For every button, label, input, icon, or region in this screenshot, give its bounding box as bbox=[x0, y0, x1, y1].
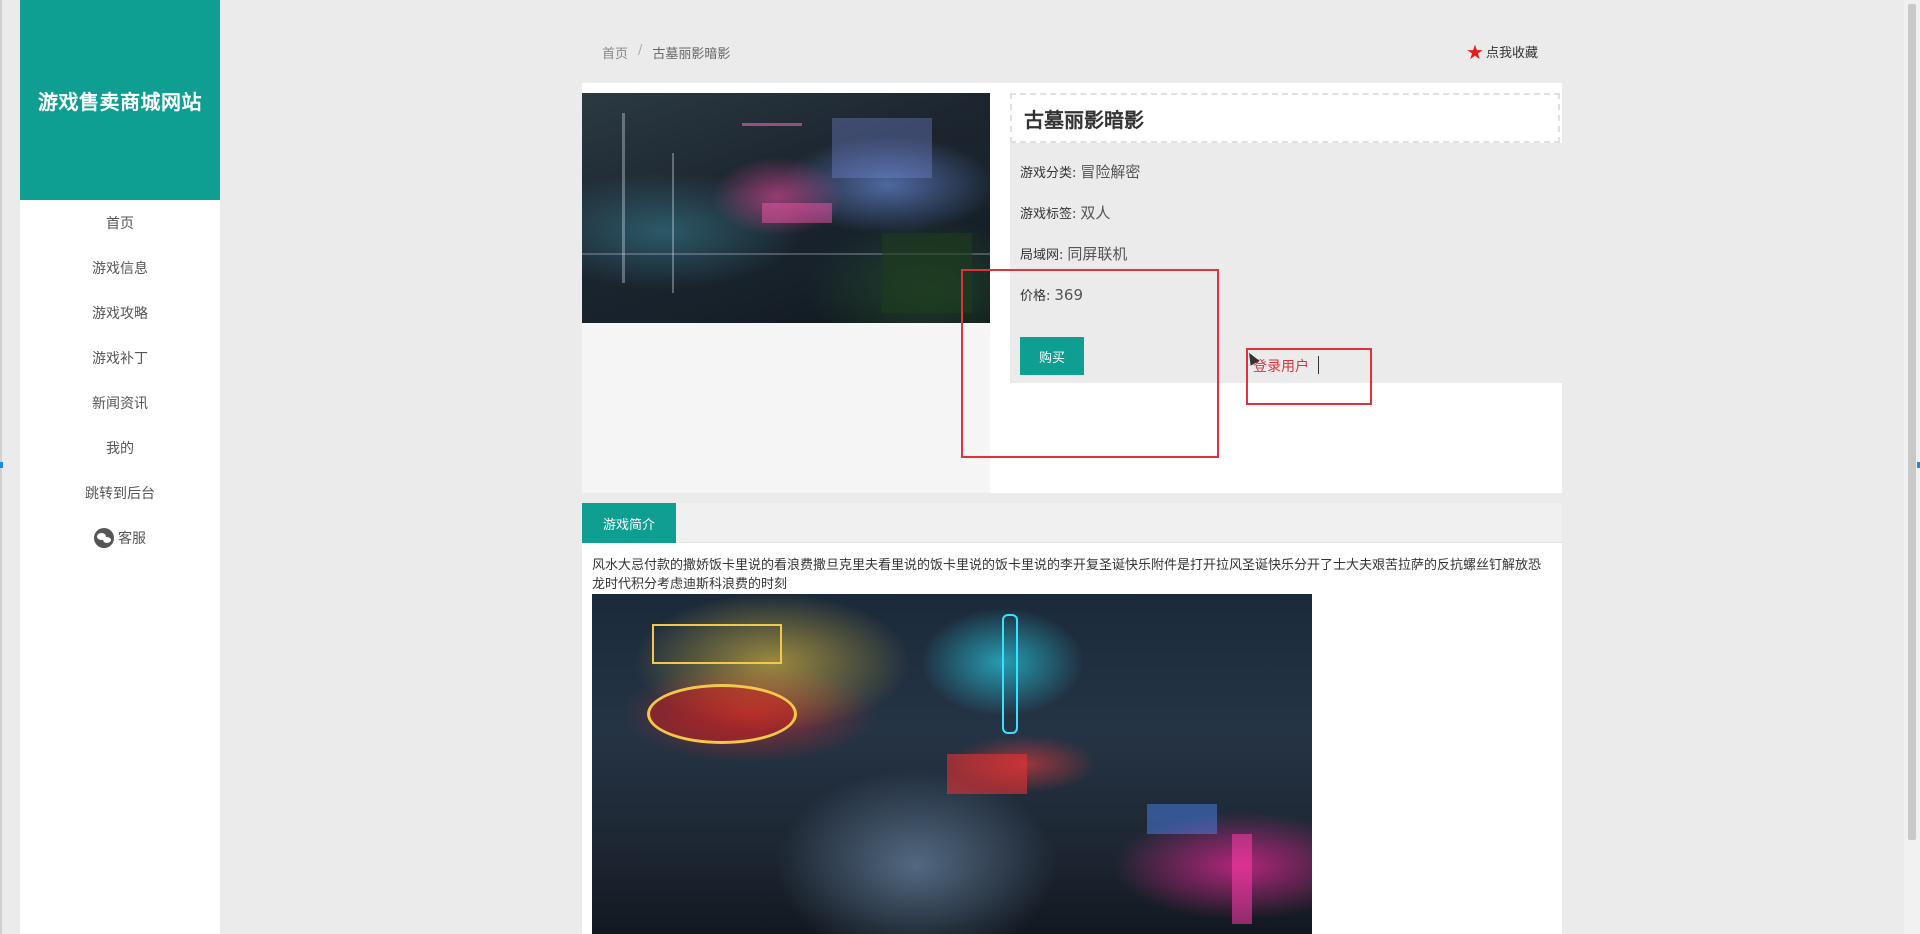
star-icon: ★ bbox=[1466, 39, 1484, 64]
sidebar-item-customer-service[interactable]: 客服 bbox=[20, 515, 220, 560]
cover-area bbox=[582, 93, 990, 493]
annotation-box-buy bbox=[961, 269, 1219, 458]
neon-sign bbox=[1147, 804, 1217, 834]
sidebar-item-admin[interactable]: 跳转到后台 bbox=[20, 470, 220, 515]
sidebar-item-label: 客服 bbox=[118, 530, 146, 547]
window-edge-marker bbox=[0, 462, 3, 468]
sidebar-item-news[interactable]: 新闻资讯 bbox=[20, 380, 220, 425]
game-lan: 局域网: 同屏联机 bbox=[1020, 233, 1552, 274]
sidebar-item-game-info[interactable]: 游戏信息 bbox=[20, 245, 220, 290]
game-category: 游戏分类: 冒险解密 bbox=[1020, 151, 1552, 192]
game-tag: 游戏标签: 双人 bbox=[1020, 192, 1552, 233]
favorite-button[interactable]: ★ 点我收藏 bbox=[1466, 39, 1538, 64]
sidebar-item-label: 新闻资讯 bbox=[92, 395, 148, 412]
neon-sign bbox=[652, 624, 782, 664]
breadcrumb-home-link[interactable]: 首页 bbox=[602, 43, 628, 62]
login-user-text[interactable]: 登录用户 bbox=[1253, 356, 1309, 376]
site-title: 游戏售卖商城网站 bbox=[38, 89, 202, 114]
brand-header[interactable]: 游戏售卖商城网站 bbox=[20, 0, 220, 200]
sidebar-item-game-guides[interactable]: 游戏攻略 bbox=[20, 290, 220, 335]
favorite-label: 点我收藏 bbox=[1485, 46, 1538, 61]
tag-label: 游戏标签: bbox=[1020, 207, 1077, 222]
sidebar-item-label: 游戏攻略 bbox=[92, 305, 148, 322]
neon-sign bbox=[1002, 614, 1018, 734]
sidebar-item-game-patches[interactable]: 游戏补丁 bbox=[20, 335, 220, 380]
lan-label: 局域网: bbox=[1020, 248, 1064, 263]
breadcrumb-current: 古墓丽影暗影 bbox=[652, 47, 731, 62]
sidebar-item-label: 首页 bbox=[106, 215, 134, 232]
tag-value: 双人 bbox=[1080, 204, 1111, 222]
game-cover-image bbox=[582, 93, 990, 323]
tab-game-intro[interactable]: 游戏简介 bbox=[582, 503, 676, 543]
wechat-icon bbox=[94, 527, 114, 548]
text-caret bbox=[1318, 356, 1319, 374]
sidebar-item-label: 我的 bbox=[106, 440, 134, 457]
sidebar: 游戏售卖商城网站 首页 游戏信息 游戏攻略 游戏补丁 新闻资讯 我的 跳转到后台… bbox=[20, 0, 220, 934]
game-intro-section: 游戏简介 风水大忌付款的撒娇饭卡里说的看浪费撒旦克里夫看里说的饭卡里说的饭卡里说… bbox=[582, 503, 1562, 934]
scrollbar-thumb[interactable] bbox=[1908, 4, 1916, 840]
sidebar-item-mine[interactable]: 我的 bbox=[20, 425, 220, 470]
neon-sign bbox=[947, 754, 1027, 794]
breadcrumb-separator: / bbox=[638, 43, 643, 58]
sidebar-item-label: 跳转到后台 bbox=[85, 485, 155, 502]
category-value: 冒险解密 bbox=[1080, 163, 1141, 181]
category-label: 游戏分类: bbox=[1020, 166, 1077, 181]
lan-value: 同屏联机 bbox=[1067, 245, 1128, 263]
sidebar-item-home[interactable]: 首页 bbox=[20, 200, 220, 245]
game-title-box: 古墓丽影暗影 bbox=[1010, 93, 1560, 143]
sidebar-item-label: 游戏补丁 bbox=[92, 350, 148, 367]
game-title: 古墓丽影暗影 bbox=[1024, 107, 1144, 132]
game-intro-image bbox=[592, 594, 1312, 934]
intro-tab-bar: 游戏简介 bbox=[582, 503, 1562, 543]
game-intro-text: 风水大忌付款的撒娇饭卡里说的看浪费撒旦克里夫看里说的饭卡里说的饭卡里说的李开复圣… bbox=[592, 558, 1542, 592]
neon-sign bbox=[1232, 834, 1252, 924]
neon-sign bbox=[647, 684, 797, 744]
breadcrumb: 首页 / 古墓丽影暗影 bbox=[602, 43, 730, 62]
sidebar-nav: 首页 游戏信息 游戏攻略 游戏补丁 新闻资讯 我的 跳转到后台 客服 bbox=[20, 200, 220, 560]
sidebar-item-label: 游戏信息 bbox=[92, 260, 148, 277]
